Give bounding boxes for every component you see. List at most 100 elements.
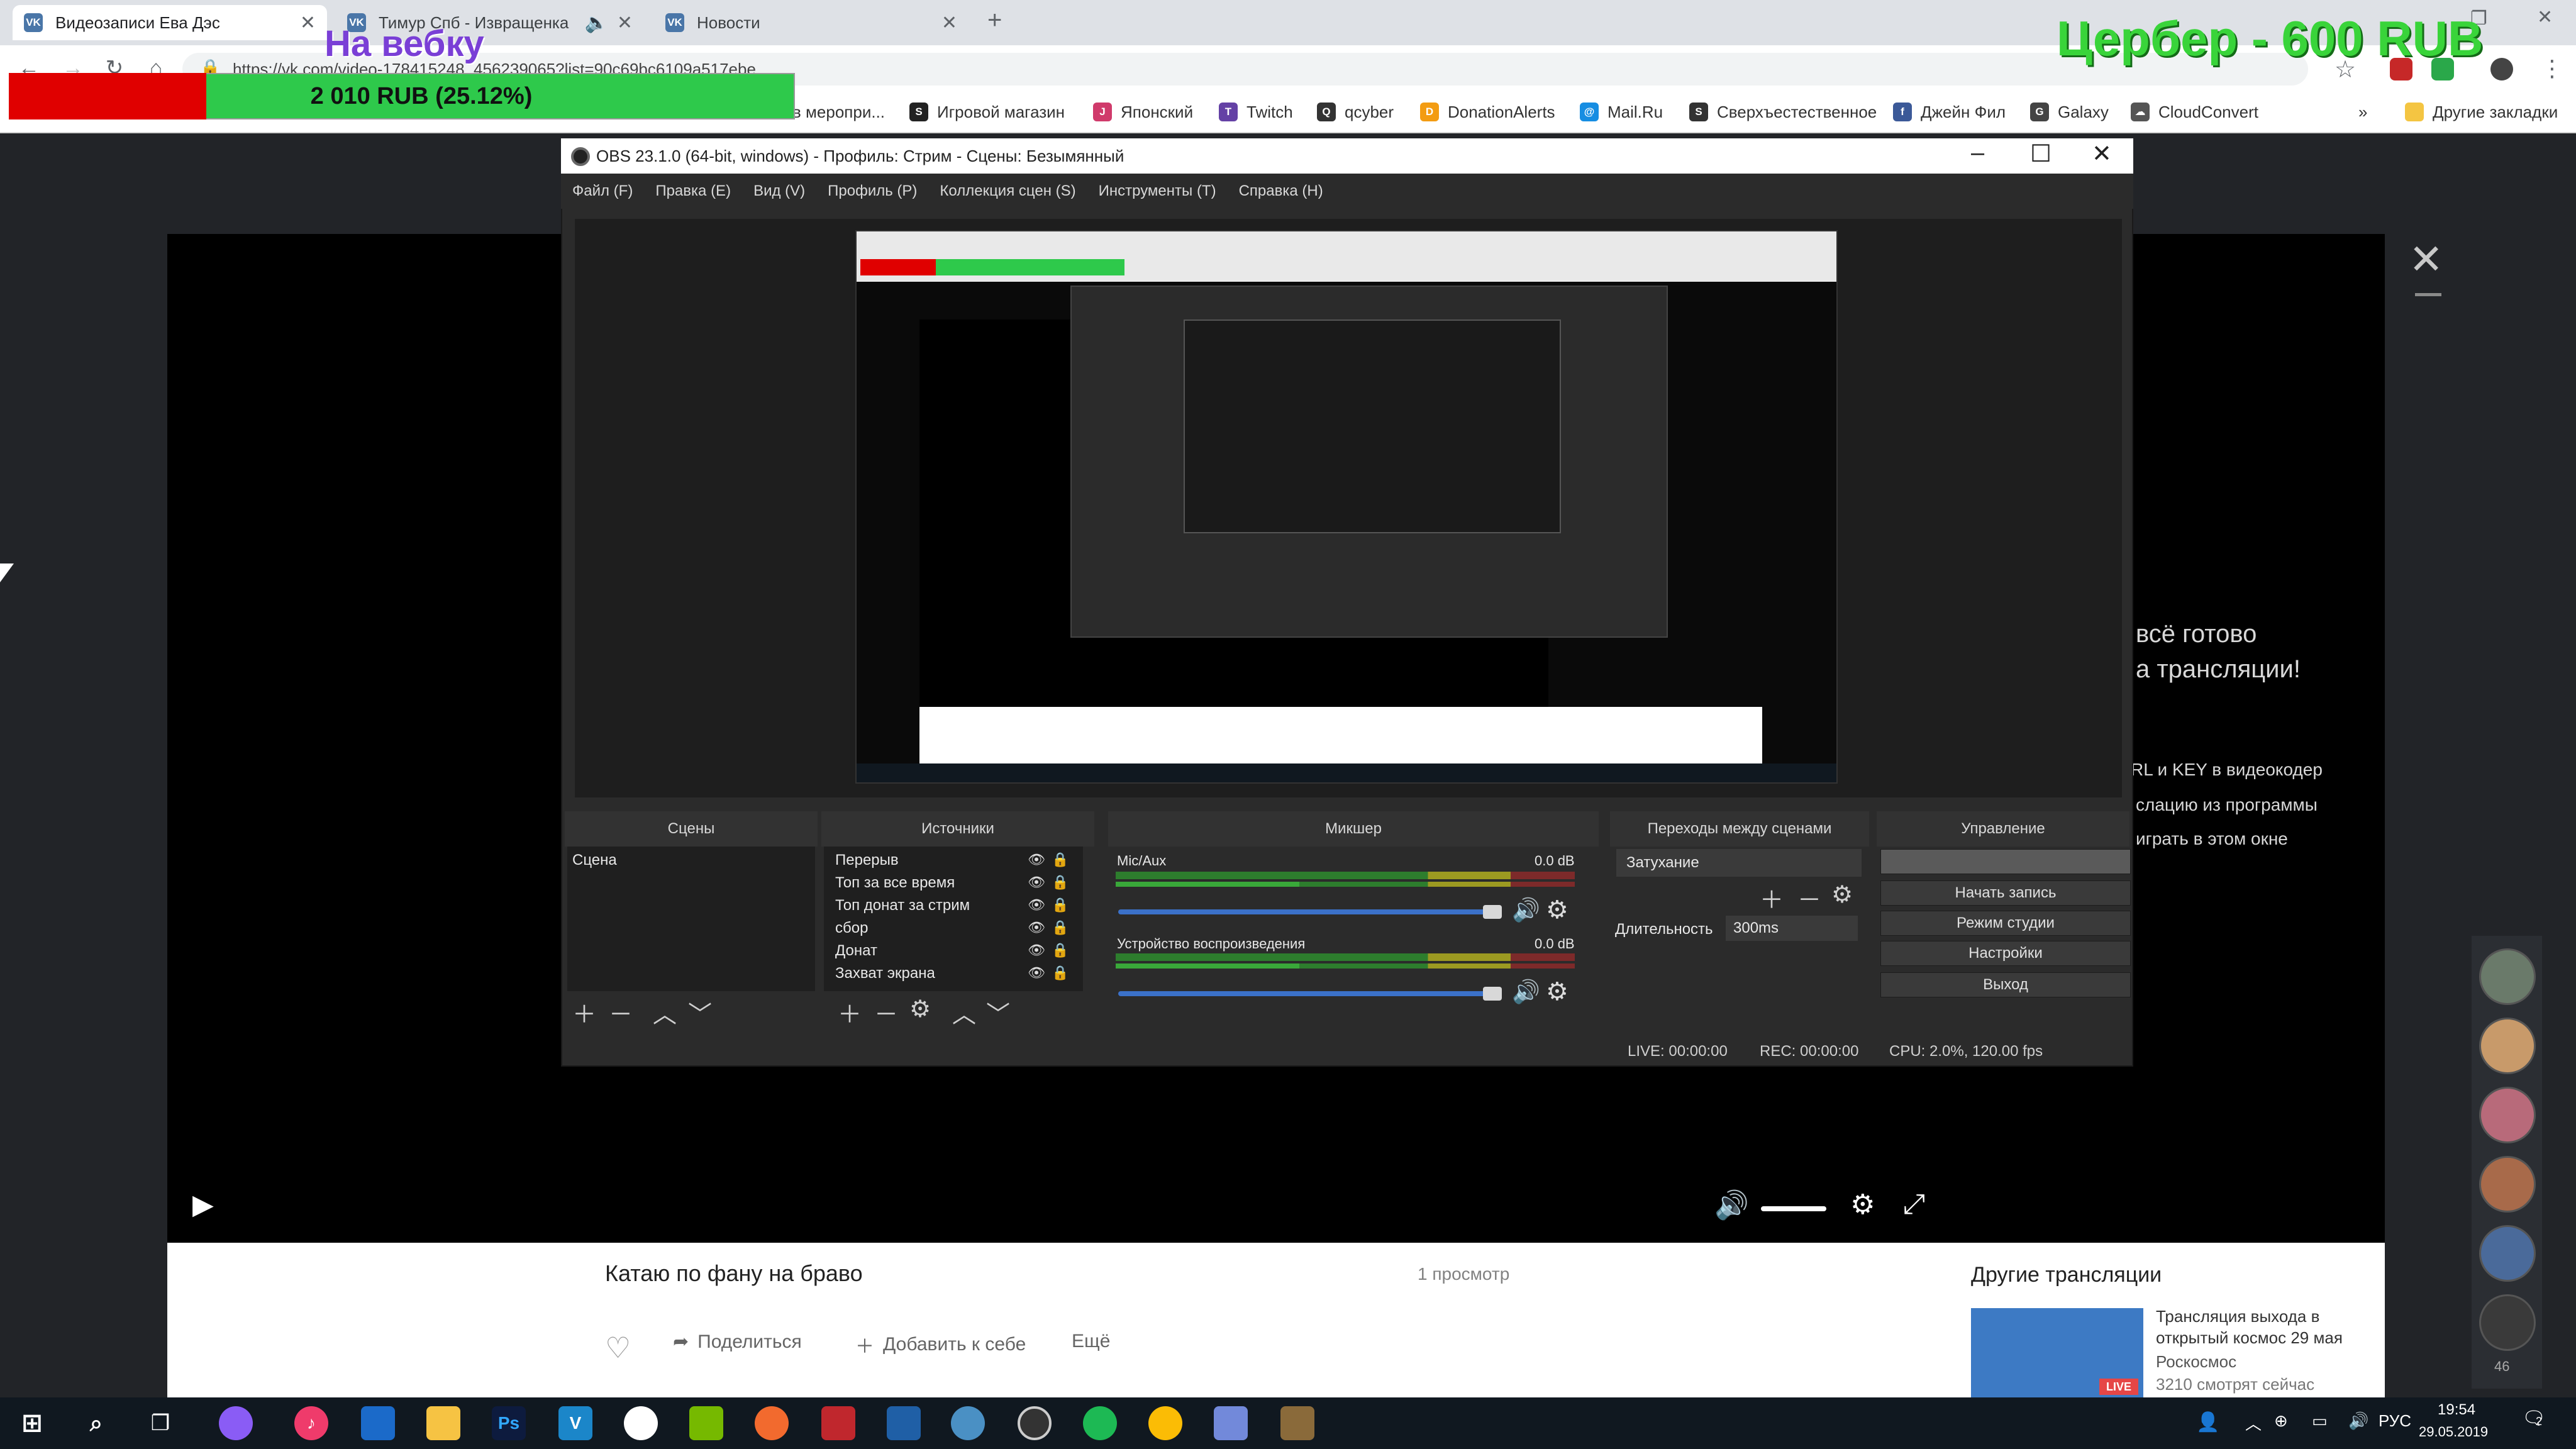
transition-settings-icon[interactable]: ⚙ [1831,880,1853,909]
other-bookmarks[interactable]: Другие закладки [2405,96,2558,128]
visibility-eye-icon[interactable]: 👁 [1028,965,1045,981]
search-icon[interactable]: ⌕ [79,1406,113,1440]
source-down-icon[interactable]: ﹀ [986,995,1010,1030]
source-settings-icon[interactable]: ⚙ [909,995,931,1023]
volume-icon[interactable]: 🔊 [1714,1189,1749,1221]
channel-settings-icon[interactable]: ⚙ [1546,977,1568,1006]
menu-dots-icon[interactable]: ⋮ [2541,55,2563,82]
add-source-icon[interactable]: ＋ [838,995,862,1030]
menu-view[interactable]: Вид (V) [742,182,816,200]
studio-mode-button[interactable]: Режим студии [1880,911,2131,936]
source-item[interactable]: Захват экрана [835,965,935,982]
clock-time[interactable]: 19:54 [2438,1401,2475,1419]
add-to-mine-button[interactable]: ＋ Добавить к себе [855,1331,1026,1358]
remove-source-icon[interactable]: － [874,995,898,1030]
other-stream-title[interactable]: Трансляция выхода в [2156,1307,2319,1326]
source-item[interactable]: сбор [835,919,868,937]
speaker-icon[interactable]: 🔊 [1512,897,1540,923]
bookmark-twitch[interactable]: T Twitch [1219,96,1293,128]
channel-settings-icon[interactable]: ⚙ [1546,896,1568,924]
duration-input[interactable]: 300ms [1726,916,1858,941]
v-app-icon[interactable]: V [558,1406,592,1440]
green-app-icon[interactable] [1083,1406,1117,1440]
menu-tools[interactable]: Инструменты (T) [1087,182,1228,200]
discord-icon[interactable] [1214,1406,1248,1440]
folder-icon[interactable] [426,1406,460,1440]
visibility-eye-icon[interactable]: 👁 [1028,919,1045,936]
speaker-icon[interactable]: 🔊 [1512,979,1540,1005]
more-button[interactable]: Ещё [1072,1331,1110,1352]
display-icon[interactable]: ▭ [2312,1411,2328,1431]
notifications-icon[interactable]: 🗨 [2522,1407,2546,1430]
settings-gear-icon[interactable]: ⚙ [1850,1189,1875,1221]
show-hidden-icons[interactable]: ︿ [2245,1411,2262,1435]
add-scene-icon[interactable]: ＋ [572,995,596,1030]
viewer-avatar[interactable] [2479,1018,2536,1074]
source-item[interactable]: Донат [835,942,877,960]
mmo-launcher-icon[interactable] [887,1406,921,1440]
app-icon[interactable] [951,1406,985,1440]
play-icon[interactable]: ▶ [192,1189,214,1221]
windows-start-icon[interactable]: ⊞ [15,1406,49,1440]
exit-button[interactable]: Выход [1880,972,2131,997]
remove-scene-icon[interactable]: － [609,995,633,1030]
bookmark-events[interactable]: в меропри... [792,96,885,128]
bookmark-jane-phil[interactable]: f Джейн Фил [1893,96,2006,128]
menu-scene-collection[interactable]: Коллекция сцен (S) [928,182,1087,200]
viewer-avatar[interactable] [2479,1294,2536,1351]
transition-select[interactable]: Затухание [1616,849,1862,877]
origin-icon[interactable] [755,1406,789,1440]
profile-avatar[interactable] [2490,58,2513,80]
close-tab-icon[interactable]: ✕ [941,12,957,34]
remove-transition-icon[interactable]: － [1797,880,1821,915]
like-heart-icon[interactable]: ♡ [605,1331,631,1365]
close-tab-icon[interactable]: ✕ [617,12,633,34]
volume-slider[interactable] [1761,1206,1826,1211]
task-view-icon[interactable]: ❐ [143,1406,177,1440]
visibility-eye-icon[interactable]: 👁 [1028,942,1045,958]
menu-file[interactable]: Файл (F) [561,182,644,200]
viewer-avatar[interactable] [2479,948,2536,1005]
fader-knob[interactable] [1483,905,1502,919]
source-item[interactable]: Топ за все время [835,874,955,892]
bookmark-cloudconvert[interactable]: ☁ CloudConvert [2131,96,2258,128]
minimize-icon[interactable]: – [1971,140,1984,167]
viewer-avatar[interactable] [2479,1156,2536,1213]
window-close-icon[interactable]: ✕ [2537,6,2553,28]
game-launcher-icon[interactable] [821,1406,855,1440]
visibility-eye-icon[interactable]: 👁 [1028,852,1045,868]
bookmark-galaxy[interactable]: G Galaxy [2030,96,2109,128]
tab-vk-videos[interactable]: VK Видеозаписи Ева Дэс ✕ [13,5,327,40]
lock-icon[interactable]: 🔒 [1052,919,1069,936]
volume-fader[interactable] [1118,991,1502,996]
menu-edit[interactable]: Правка (E) [644,182,742,200]
fullscreen-icon[interactable]: ⤢ [1903,1189,1925,1220]
obs-icon[interactable] [1018,1406,1052,1440]
source-item[interactable]: Перерыв [835,852,899,869]
tab-news[interactable]: VK Новости ✕ [654,5,969,40]
settings-button[interactable]: Настройки [1880,941,2131,966]
visibility-eye-icon[interactable]: 👁 [1028,897,1045,913]
cortana-icon[interactable] [219,1406,253,1440]
volume-fader[interactable] [1118,909,1502,914]
maximize-icon[interactable]: ☐ [2030,140,2051,168]
start-streaming-button[interactable] [1880,849,2131,874]
menu-help[interactable]: Справка (H) [1228,182,1335,200]
close-tab-icon[interactable]: ✕ [300,12,316,34]
speaker-icon[interactable]: 🔈 [585,12,608,34]
scene-up-icon[interactable]: ︿ [653,995,677,1030]
start-recording-button[interactable]: Начать запись [1880,880,2131,906]
explorer-window-icon[interactable] [361,1406,395,1440]
nvidia-icon[interactable] [689,1406,723,1440]
chrome-icon[interactable] [1148,1406,1182,1440]
close-player-icon[interactable]: ✕ [2409,235,2443,284]
viewer-avatar[interactable] [2479,1087,2536,1143]
lock-icon[interactable]: 🔒 [1052,942,1069,958]
fader-knob[interactable] [1483,987,1502,1001]
network-icon[interactable]: ⊕ [2274,1411,2288,1431]
lock-icon[interactable]: 🔒 [1052,965,1069,981]
lock-icon[interactable]: 🔒 [1052,897,1069,913]
new-tab-button[interactable]: + [987,6,1002,35]
menu-profile[interactable]: Профиль (P) [816,182,928,200]
lock-icon[interactable]: 🔒 [1052,874,1069,891]
